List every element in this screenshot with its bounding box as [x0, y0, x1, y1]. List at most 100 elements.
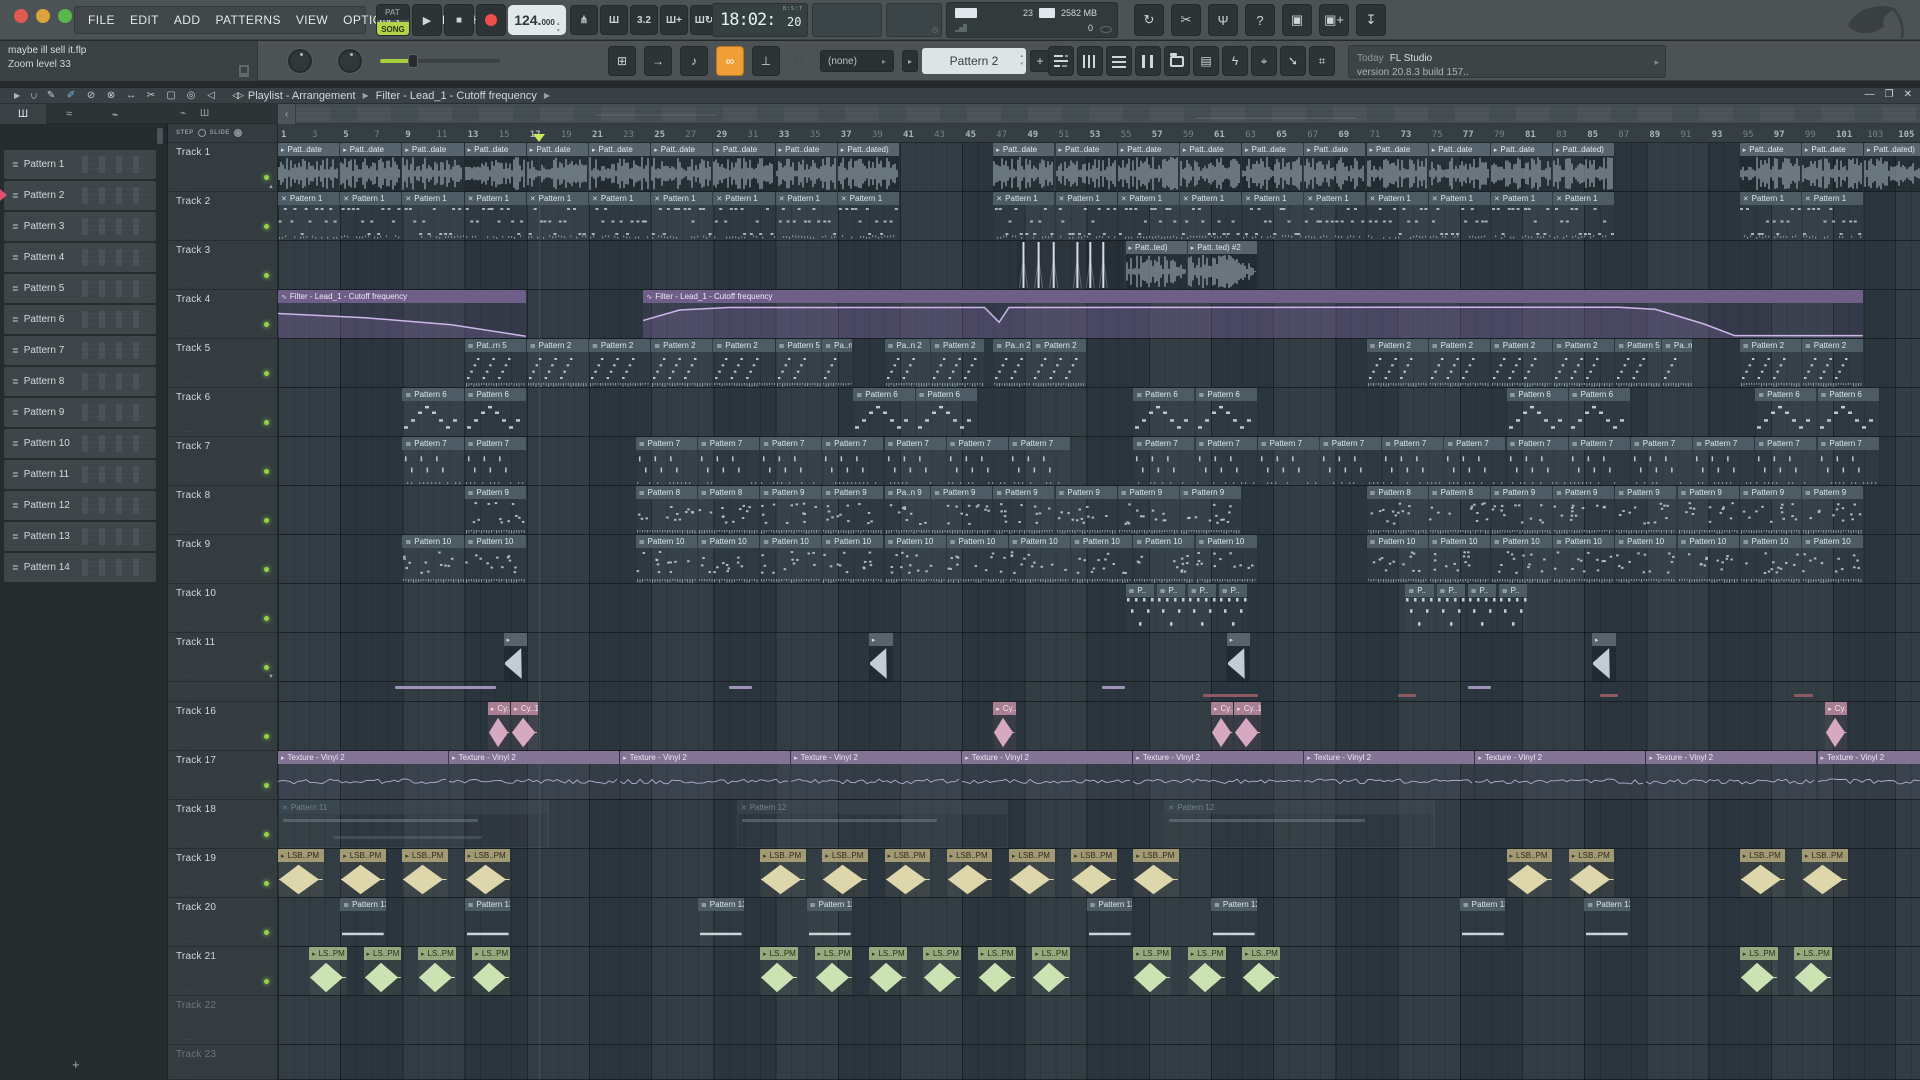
clip-Pattern 10[interactable]: ≣ Pattern 10 [697, 535, 760, 583]
clip-Pattern 1[interactable]: ✕ Pattern 1 [1117, 192, 1179, 240]
clip-Texture - Vinyl 2[interactable]: ▸ Texture - Vinyl 2 [1817, 751, 1920, 799]
clip-Pattern 6[interactable]: ≣ Pattern 6 [1506, 388, 1568, 436]
clip-Pattern 7[interactable]: ≣ Pattern 7 [1008, 437, 1071, 485]
pattern-list-item[interactable]: ≣ Pattern 6 [4, 305, 156, 334]
automation-view-icon[interactable]: ⌁ [180, 108, 186, 119]
clip-Texture - Vinyl 2[interactable]: ▸ Texture - Vinyl 2 [962, 751, 1133, 799]
clip-LS..PM[interactable]: ▸ LS..PM [814, 947, 853, 995]
clip-Patt..date[interactable]: ▸ Patt..date [1366, 143, 1428, 191]
clip-Pattern 8[interactable]: ≣ Pattern 8 [1428, 486, 1490, 534]
horizontal-scrollbar[interactable]: ‹ [278, 104, 1920, 124]
clip-P..[interactable]: ≣ P.. [1467, 584, 1497, 632]
clip-Pattern 1[interactable]: ✕ Pattern 1 [1490, 192, 1553, 240]
clip-Pattern 10[interactable]: ≣ Pattern 10 [402, 535, 464, 583]
mini-clip[interactable] [1102, 686, 1126, 689]
clip-Pattern 2[interactable]: ≣ Pattern 2 [931, 339, 985, 387]
clip-Patt..date[interactable]: ▸ Patt..date [278, 143, 340, 191]
pattern-list-item[interactable]: ≣ Pattern 8 [4, 367, 156, 396]
clip-Pattern 10[interactable]: ≣ Pattern 10 [1615, 535, 1677, 583]
clip-Pattern 13[interactable]: ≣ Pattern 13 [697, 898, 744, 946]
track-mute-led[interactable] [264, 567, 269, 572]
clip-Patt..date[interactable]: ▸ Patt..date [1428, 143, 1490, 191]
clip-Pattern 7[interactable]: ≣ Pattern 7 [1817, 437, 1879, 485]
clip-Texture - Vinyl 2[interactable]: ▸ Texture - Vinyl 2 [449, 751, 620, 799]
clip-Pattern 7[interactable]: ≣ Pattern 7 [822, 437, 884, 485]
track-mute-led[interactable] [264, 832, 269, 837]
clip-Pattern 10[interactable]: ≣ Pattern 10 [1801, 535, 1864, 583]
menu-item-edit[interactable]: EDIT [130, 13, 159, 27]
track-header[interactable]: Track 16 ··· [168, 702, 278, 751]
track-mute-led[interactable] [264, 371, 269, 376]
clip-LS..PM[interactable]: ▸ LS..PM [923, 947, 962, 995]
clip-Patt..ted)[interactable]: ▸ Patt..ted) [1125, 241, 1187, 289]
menu-item-view[interactable]: VIEW [296, 13, 328, 27]
clip-Patt..date[interactable]: ▸ Patt..date [1179, 143, 1242, 191]
clip-LS..PM[interactable]: ▸ LS..PM [309, 947, 347, 995]
clip-LSB..PM[interactable]: ▸ LSB..PM [946, 849, 993, 897]
clip-P..[interactable]: ≣ P.. [1405, 584, 1434, 632]
clip-LS..PM[interactable]: ▸ LS..PM [472, 947, 511, 995]
track-options-dots[interactable]: ··· [180, 1035, 191, 1044]
clip-Pattern 9[interactable]: ≣ Pattern 9 [1739, 486, 1801, 534]
clip-LS..PM[interactable]: ▸ LS..PM [1133, 947, 1172, 995]
menu-item-add[interactable]: ADD [174, 13, 201, 27]
mini-clip[interactable] [1794, 694, 1813, 697]
pattern-prev-button[interactable]: ▸ [902, 50, 918, 72]
smart-disable-button[interactable]: ↻ [1134, 4, 1164, 36]
zoom-tool-icon[interactable]: ◎ [184, 90, 198, 101]
clip-LSB..PM[interactable]: ▸ LSB..PM [340, 849, 386, 897]
track-options-dots[interactable]: ··· [180, 231, 191, 240]
clip-Pattern 13[interactable]: ≣ Pattern 13 [1584, 898, 1630, 946]
collapsed-tracks-row[interactable]: ··· [168, 682, 278, 702]
clip-Pattern 1[interactable]: ✕ Pattern 1 [837, 192, 899, 240]
clip-Pattern 10[interactable]: ≣ Pattern 10 [635, 535, 697, 583]
clip-Pattern 7[interactable]: ≣ Pattern 7 [1382, 437, 1444, 485]
clip-Pattern 1[interactable]: ✕ Pattern 1 [713, 192, 775, 240]
clip-Pattern 1[interactable]: ✕ Pattern 1 [278, 192, 340, 240]
clip-Pattern 13[interactable]: ≣ Pattern 13 [806, 898, 853, 946]
track-mute-led[interactable] [264, 930, 269, 935]
clip-Pattern 8[interactable]: ≣ Pattern 8 [697, 486, 760, 534]
clip-Pattern 1[interactable]: ✕ Pattern 1 [1739, 192, 1801, 240]
mini-clip[interactable] [1467, 686, 1491, 689]
automation-tab[interactable]: ⌁ [92, 104, 138, 124]
track-options-dots[interactable]: ··· [180, 888, 191, 897]
overdub-button[interactable]: Ш+ [660, 5, 688, 35]
clip-Pattern 7[interactable]: ≣ Pattern 7 [1319, 437, 1382, 485]
clip-Pattern 6[interactable]: ≣ Pattern 6 [1755, 388, 1817, 436]
clip-Pattern 6[interactable]: ≣ Pattern 6 [464, 388, 526, 436]
window-close-button[interactable]: ✕ [1904, 89, 1912, 100]
track-mute-led[interactable] [264, 783, 269, 788]
clip-Pattern 10[interactable]: ≣ Pattern 10 [1553, 535, 1615, 583]
clip-Pattern 1[interactable]: ✕ Pattern 1 [1553, 192, 1615, 240]
pattern-list-item[interactable]: ≣ Pattern 14 [4, 553, 156, 582]
clip-Texture - Vinyl 2[interactable]: ▸ Texture - Vinyl 2 [1304, 751, 1475, 799]
track-options-dots[interactable]: ··· [180, 741, 191, 750]
clip-Filter - Lead_1 - Cutoff frequency[interactable]: ∿ Filter - Lead_1 - Cutoff frequency [643, 290, 1864, 338]
clip-Pattern 2[interactable]: ≣ Pattern 2 [1801, 339, 1864, 387]
patterns-tab[interactable]: Ш [0, 104, 46, 124]
clip-Pattern 6[interactable]: ≣ Pattern 6 [915, 388, 977, 436]
clip-Pattern 1[interactable]: ✕ Pattern 1 [1304, 192, 1366, 240]
clip-Pattern 7[interactable]: ≣ Pattern 7 [1444, 437, 1506, 485]
clip-Pattern 9[interactable]: ≣ Pattern 9 [760, 486, 822, 534]
clip-LSB..PM[interactable]: ▸ LSB..PM [1071, 849, 1117, 897]
clip-Pattern 9[interactable]: ≣ Pattern 9 [1615, 486, 1677, 534]
clip-Pattern 9[interactable]: ≣ Pattern 9 [993, 486, 1055, 534]
clip-Pattern 9[interactable]: ≣ Pattern 9 [1677, 486, 1739, 534]
clip-LS..PM[interactable]: ▸ LS..PM [418, 947, 456, 995]
clip-LSB..PM[interactable]: ▸ LSB..PM [822, 849, 868, 897]
pattern-list-item[interactable]: ≣ Pattern 2 [0, 181, 156, 210]
clip-Patt..date[interactable]: ▸ Patt..date [589, 143, 651, 191]
clip-Pattern 1[interactable]: ✕ Pattern 1 [993, 192, 1055, 240]
clip-Pattern 2[interactable]: ≣ Pattern 2 [589, 339, 651, 387]
clip-Pattern 10[interactable]: ≣ Pattern 10 [946, 535, 1008, 583]
clip-LSB..PM[interactable]: ▸ LSB..PM [464, 849, 511, 897]
news-panel[interactable]: Today FL Studio version 20.8.3 build 157.… [1348, 45, 1666, 78]
clip-Pattern 10[interactable]: ≣ Pattern 10 [760, 535, 822, 583]
clip-Cy..[interactable]: ▸ Cy.. [1211, 702, 1234, 750]
controller-select[interactable]: (none) ▸ [820, 50, 894, 72]
wait-for-input-button[interactable]: Ш [600, 5, 628, 35]
clip-Pattern 9[interactable]: ≣ Pattern 9 [464, 486, 526, 534]
clip-Pattern 1[interactable]: ✕ Pattern 1 [1366, 192, 1428, 240]
